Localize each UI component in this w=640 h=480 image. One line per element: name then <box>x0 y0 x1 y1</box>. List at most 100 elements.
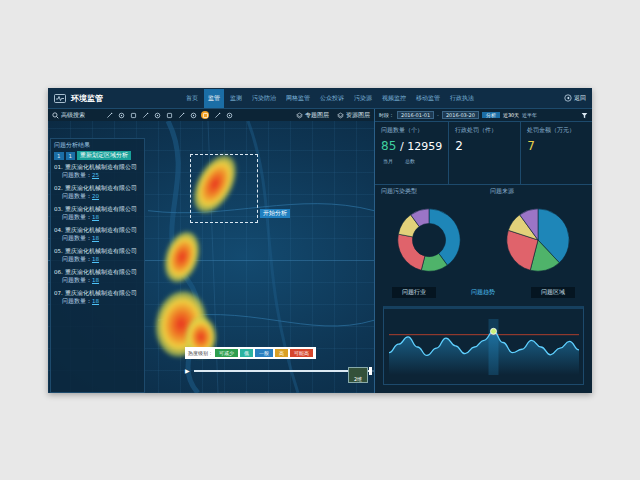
nav-tab[interactable]: 移动监管 <box>412 89 444 108</box>
map-toolbar: 高级搜索 专题图层 资源图层 <box>48 109 374 121</box>
nav-tab[interactable]: 网格监管 <box>282 89 314 108</box>
trend-chart <box>383 306 584 385</box>
timeline: ▶ <box>185 367 374 374</box>
quick-range[interactable]: 近30天 <box>503 112 519 118</box>
pulse-logo-icon <box>54 94 66 103</box>
time-filter: 时段： 2016-01-01 - 2016-03-20 分析 近30天近半年 <box>375 109 592 121</box>
heat-spot <box>159 227 206 286</box>
result-item[interactable]: 03. 重庆渝化机械制造有限公司 问题数量：18 <box>54 205 141 221</box>
results-controls: 11 重新划定区域分析 <box>54 151 141 160</box>
result-item[interactable]: 01. 重庆渝化机械制造有限公司 问题数量：25 <box>54 163 141 179</box>
tool-icon <box>214 112 221 119</box>
chart-tab[interactable]: 问题趋势 <box>461 287 505 298</box>
nav-tab[interactable]: 行政执法 <box>446 89 478 108</box>
legend-level: 低 <box>240 349 253 357</box>
result-item[interactable]: 02. 重庆渝化机械制造有限公司 问题数量：20 <box>54 184 141 200</box>
layer-button[interactable]: 专题图层 <box>296 112 329 119</box>
nav-tab[interactable]: 污染防治 <box>248 89 280 108</box>
nav-tab[interactable]: 监测 <box>226 89 246 108</box>
layers-icon <box>337 112 344 119</box>
reanalyze-button[interactable]: 重新划定区域分析 <box>77 151 131 160</box>
page: 环境监管 首页监管监测污染防治网格监管公众投诉污染源视频监控移动监管行政执法 返… <box>0 0 640 480</box>
advanced-search[interactable]: 高级搜索 <box>52 112 85 119</box>
charts-row: 问题污染类型 问题来源 <box>375 185 592 285</box>
end-date[interactable]: 2016-03-20 <box>442 111 479 119</box>
search-icon <box>52 112 59 119</box>
result-item[interactable]: 06. 重庆渝化机械制造有限公司 问题数量：18 <box>54 268 141 284</box>
pager-button[interactable]: 1 <box>66 152 76 160</box>
stat-card: 问题数量（个） 85 / 12959 当月总数 <box>375 122 449 184</box>
map-tool[interactable] <box>189 111 197 119</box>
tool-icon <box>106 112 113 119</box>
pager-button[interactable]: 1 <box>54 152 64 160</box>
results-panel: 问题分析结果 11 重新划定区域分析 01. 重庆渝化机械制造有限公司 问题数量… <box>50 138 145 393</box>
start-date[interactable]: 2016-01-01 <box>397 111 434 119</box>
result-item[interactable]: 05. 重庆渝化机械制造有限公司 问题数量：18 <box>54 247 141 263</box>
nav-tab[interactable]: 污染源 <box>350 89 376 108</box>
pie-chart: 问题来源 <box>484 185 593 285</box>
stat-card: 处罚金额（万元） 7 <box>521 122 592 184</box>
map-tool[interactable] <box>225 111 233 119</box>
heat-spot <box>185 149 244 220</box>
tool-icon <box>226 112 233 119</box>
quick-range[interactable]: 近半年 <box>522 112 537 118</box>
layer-buttons: 专题图层 资源图层 <box>296 112 370 119</box>
dashboard-window: 环境监管 首页监管监测污染防治网格监管公众投诉污染源视频监控移动监管行政执法 返… <box>48 88 592 393</box>
start-analysis-label[interactable]: 开始分析 <box>260 209 290 218</box>
main-nav: 首页监管监测污染防治网格监管公众投诉污染源视频监控移动监管行政执法 <box>182 89 556 108</box>
app-title: 环境监管 <box>71 93 103 104</box>
play-button[interactable]: ▶ <box>185 367 190 374</box>
top-bar: 环境监管 首页监管监测污染防治网格监管公众投诉污染源视频监控移动监管行政执法 返… <box>48 88 592 109</box>
map-tool[interactable] <box>177 111 185 119</box>
stats-column: 时段： 2016-01-01 - 2016-03-20 分析 近30天近半年 问… <box>374 109 592 393</box>
map-tool[interactable] <box>141 111 149 119</box>
back-button[interactable]: 返回 <box>564 94 586 103</box>
stat-card: 行政处罚（件） 2 <box>449 122 521 184</box>
tool-icon <box>154 112 161 119</box>
nav-tab[interactable]: 监管 <box>204 89 224 108</box>
tool-icon <box>178 112 185 119</box>
pie-chart-graphic <box>390 201 468 279</box>
layers-icon <box>296 112 303 119</box>
tool-icon <box>166 112 173 119</box>
selection-box[interactable] <box>190 154 258 223</box>
trend-line-chart <box>385 315 583 379</box>
filter-icon[interactable] <box>581 112 588 119</box>
map-column: 高级搜索 专题图层 资源图层 开始分析 问题分析结果 11 重新划定区域分析 0… <box>48 109 374 393</box>
result-item[interactable]: 07. 重庆渝化机械制造有限公司 问题数量：18 <box>54 289 141 305</box>
map-tool[interactable] <box>105 111 113 119</box>
brand: 环境监管 <box>54 93 174 104</box>
nav-tab[interactable]: 公众投诉 <box>316 89 348 108</box>
tool-icon <box>190 112 197 119</box>
tool-icon <box>202 112 209 119</box>
legend-level: 可能高 <box>290 349 313 357</box>
tool-icon <box>118 112 125 119</box>
nav-tab[interactable]: 视频监控 <box>378 89 410 108</box>
layer-button[interactable]: 资源图层 <box>337 112 370 119</box>
tool-group <box>105 111 233 119</box>
map-tool[interactable] <box>201 111 209 119</box>
map-tool[interactable] <box>129 111 137 119</box>
map[interactable]: 开始分析 问题分析结果 11 重新划定区域分析 01. 重庆渝化机械制造有限公司… <box>48 121 374 393</box>
stats-row: 问题数量（个） 85 / 12959 当月总数行政处罚（件） 2 处罚金额（万元… <box>375 121 592 185</box>
heat-legend: 热度级别： 可减少低一般高可能高 <box>185 347 316 359</box>
results-title: 问题分析结果 <box>54 141 141 151</box>
nav-tab[interactable]: 首页 <box>182 89 202 108</box>
legend-level: 一般 <box>255 349 273 357</box>
view-toggle[interactable]: 2维 <box>348 367 368 383</box>
back-icon <box>564 94 572 102</box>
map-tool[interactable] <box>165 111 173 119</box>
results-list: 01. 重庆渝化机械制造有限公司 问题数量：25 02. 重庆渝化机械制造有限公司… <box>54 163 141 305</box>
map-tool[interactable] <box>153 111 161 119</box>
chart-tabs: 问题行业 问题趋势 问题区域 <box>375 285 592 300</box>
map-tool[interactable] <box>213 111 221 119</box>
chart-tab[interactable]: 问题行业 <box>392 287 436 298</box>
timeline-slider[interactable] <box>194 370 374 372</box>
result-item[interactable]: 04. 重庆渝化机械制造有限公司 问题数量：18 <box>54 226 141 242</box>
chart-tab[interactable]: 问题区域 <box>531 287 575 298</box>
map-tool[interactable] <box>117 111 125 119</box>
legend-level: 高 <box>275 349 288 357</box>
tool-icon <box>142 112 149 119</box>
analyze-button[interactable]: 分析 <box>482 112 500 118</box>
tool-icon <box>130 112 137 119</box>
